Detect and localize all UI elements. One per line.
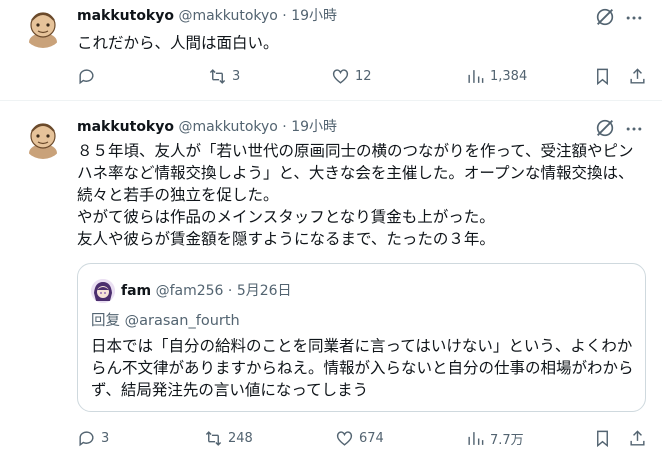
views-count: 7.7万 <box>490 432 524 448</box>
tweet-header: makkutokyo @makkutokyo · 19小時 <box>77 6 337 26</box>
share-icon <box>630 429 645 446</box>
retweet-icon <box>205 430 222 446</box>
quoted-text: 日本では「自分の給料のことを同業者に言ってはいけない」という、よくわからん不文律… <box>91 337 634 399</box>
author-name[interactable]: makkutokyo <box>77 8 174 24</box>
retweet-count: 3 <box>232 68 241 84</box>
author-name[interactable]: makkutokyo <box>77 119 174 135</box>
reply-button[interactable] <box>77 66 101 86</box>
views-button[interactable]: 7.7万 <box>466 428 524 448</box>
tweet-header: makkutokyo @makkutokyo · 19小時 <box>77 117 337 137</box>
like-count: 674 <box>359 430 384 446</box>
separator: · <box>282 8 287 24</box>
separator: · <box>282 119 287 135</box>
timestamp[interactable]: 19小時 <box>291 8 337 24</box>
quoted-header: fam @fam256 · 5月26日 <box>121 281 292 301</box>
heart-icon <box>336 430 353 446</box>
share-button[interactable] <box>628 428 647 448</box>
more-icon[interactable] <box>624 8 644 28</box>
reply-handle[interactable]: @arasan_fourth <box>125 313 240 329</box>
avatar[interactable] <box>22 117 64 159</box>
author-handle[interactable]: @makkutokyo <box>178 119 277 135</box>
grok-icon[interactable] <box>594 6 616 28</box>
quoted-author-name[interactable]: fam <box>121 283 151 299</box>
reply-icon <box>79 430 94 446</box>
bookmark-icon <box>597 68 608 85</box>
quoted-avatar[interactable] <box>91 279 115 303</box>
reply-icon <box>79 68 94 84</box>
grok-icon[interactable] <box>594 117 616 139</box>
views-icon <box>468 69 484 83</box>
action-bar: 3 248 674 7.7万 <box>77 428 647 448</box>
retweet-button[interactable]: 3 <box>208 66 240 86</box>
timestamp[interactable]: 19小時 <box>291 119 337 135</box>
bookmark-icon <box>597 430 608 447</box>
like-count: 12 <box>355 68 372 84</box>
retweet-count: 248 <box>228 430 253 446</box>
bookmark-button[interactable] <box>593 428 612 448</box>
tweet-text: これだから、人間は面白い。 <box>77 34 279 52</box>
tweet-1[interactable]: makkutokyo @makkutokyo · 19小時 これだから、人間は面… <box>0 0 662 101</box>
views-icon <box>468 431 484 445</box>
reply-button[interactable]: 3 <box>77 428 109 448</box>
reply-count: 3 <box>101 430 110 446</box>
action-bar: 3 12 1,384 <box>77 66 647 86</box>
bookmark-button[interactable] <box>593 66 612 86</box>
separator: · <box>227 283 233 299</box>
author-handle[interactable]: @makkutokyo <box>178 8 277 24</box>
tweet-2[interactable]: makkutokyo @makkutokyo · 19小時 ８５年頃、友人が「若… <box>0 102 662 456</box>
quoted-reply-to: 回复 @arasan_fourth <box>91 311 240 331</box>
like-button[interactable]: 12 <box>331 66 372 86</box>
like-button[interactable]: 674 <box>335 428 384 448</box>
views-button[interactable]: 1,384 <box>466 66 527 86</box>
avatar[interactable] <box>22 6 64 48</box>
reply-label: 回复 <box>91 313 120 329</box>
more-icon[interactable] <box>624 119 644 139</box>
share-button[interactable] <box>628 66 647 86</box>
share-icon <box>630 67 645 84</box>
quoted-tweet[interactable]: fam @fam256 · 5月26日 回复 @arasan_fourth 日本… <box>77 263 646 412</box>
tweet-text: ８５年頃、友人が「若い世代の原画同士の横のつながりを作って、受注額やピンハネ率な… <box>77 142 634 248</box>
retweet-icon <box>209 68 226 84</box>
views-count: 1,384 <box>490 68 528 84</box>
retweet-button[interactable]: 248 <box>204 428 253 448</box>
heart-icon <box>332 68 349 84</box>
quoted-author-handle[interactable]: @fam256 <box>156 283 224 299</box>
quoted-date[interactable]: 5月26日 <box>237 283 292 299</box>
